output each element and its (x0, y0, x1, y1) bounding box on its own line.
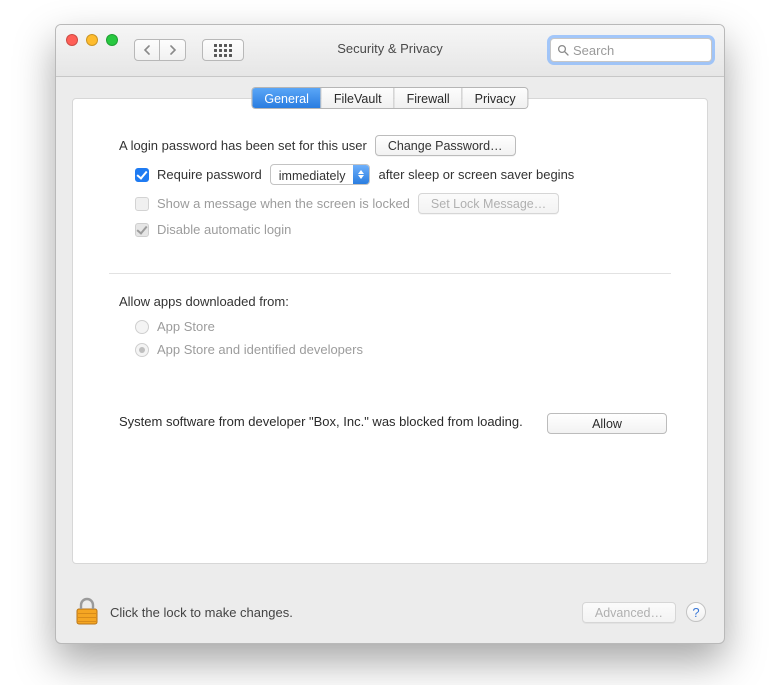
advanced-button: Advanced… (582, 602, 676, 623)
radio-app-store-label: App Store (157, 319, 215, 334)
tab-general[interactable]: General (252, 88, 320, 108)
select-arrows-icon (353, 165, 369, 184)
gatekeeper-label: Allow apps downloaded from: (109, 294, 671, 309)
search-icon (557, 44, 569, 56)
section-divider (109, 273, 671, 274)
require-password-delay-value: immediately (271, 165, 354, 184)
radio-identified-developers (135, 343, 149, 357)
help-button[interactable]: ? (686, 602, 706, 622)
show-message-checkbox (135, 197, 149, 211)
allow-button[interactable]: Allow (547, 413, 667, 434)
footer: Click the lock to make changes. Advanced… (56, 581, 724, 643)
change-password-button[interactable]: Change Password… (375, 135, 516, 156)
search-input[interactable] (573, 43, 705, 58)
tab-privacy[interactable]: Privacy (462, 88, 528, 108)
login-password-label: A login password has been set for this u… (119, 138, 367, 153)
lock-hint-text: Click the lock to make changes. (110, 605, 293, 620)
radio-identified-developers-label: App Store and identified developers (157, 342, 363, 357)
require-password-label-post: after sleep or screen saver begins (378, 167, 574, 182)
preferences-window: Security & Privacy General FileVault Fir… (55, 24, 725, 644)
radio-app-store (135, 320, 149, 334)
disable-auto-login-checkbox (135, 223, 149, 237)
require-password-label-pre: Require password (157, 167, 262, 182)
content-panel: General FileVault Firewall Privacy A log… (72, 98, 708, 564)
blocked-software-message: System software from developer "Box, Inc… (119, 413, 527, 431)
tab-firewall[interactable]: Firewall (394, 88, 462, 108)
tab-filevault[interactable]: FileVault (321, 88, 394, 108)
search-field[interactable] (550, 38, 712, 62)
titlebar: Security & Privacy (56, 25, 724, 77)
require-password-checkbox[interactable] (135, 168, 149, 182)
disable-auto-login-label: Disable automatic login (157, 222, 291, 237)
general-section: A login password has been set for this u… (73, 99, 707, 434)
tab-bar: General FileVault Firewall Privacy (251, 87, 528, 109)
require-password-delay-select[interactable]: immediately (270, 164, 371, 185)
show-message-label: Show a message when the screen is locked (157, 196, 410, 211)
set-lock-message-button: Set Lock Message… (418, 193, 559, 214)
lock-icon[interactable] (74, 597, 100, 627)
